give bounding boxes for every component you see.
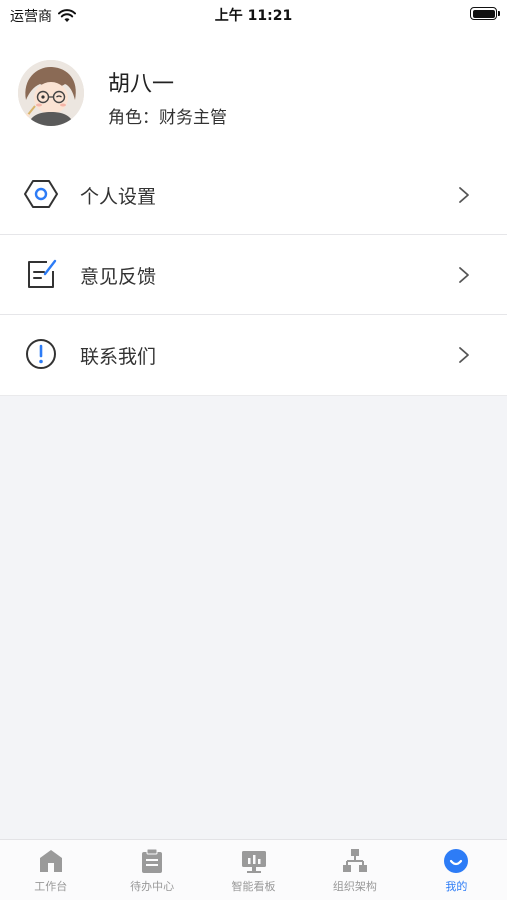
clipboard-icon xyxy=(142,848,163,873)
menu-label-personal-settings: 个人设置 xyxy=(80,186,157,208)
tab-workbench[interactable]: 工作台 xyxy=(0,840,101,900)
home-icon xyxy=(39,850,62,872)
chevron-right-icon xyxy=(459,187,469,203)
tab-todo-center[interactable]: 待办中心 xyxy=(101,840,202,900)
avatar-illustration xyxy=(18,60,84,126)
smile-user-icon xyxy=(444,849,469,873)
tab-mine[interactable]: 我的 xyxy=(406,840,507,900)
tab-label-org-structure: 组织架构 xyxy=(332,880,377,893)
menu-item-contact-us[interactable]: 联系我们 xyxy=(0,315,507,396)
avatar[interactable] xyxy=(18,60,84,126)
bottom-tab-bar: 工作台 待办中心 智能看板 组织架构 我的 xyxy=(0,839,507,900)
hexagon-settings-icon xyxy=(24,180,58,208)
settings-menu: 个人设置 意见反馈 联系我们 xyxy=(0,155,507,396)
edit-note-icon xyxy=(28,259,57,288)
status-bar: 运营商 上午 11:21 xyxy=(0,0,507,30)
org-chart-icon xyxy=(342,849,367,872)
profile-header: 胡八一 角色：财务主管 xyxy=(0,30,507,155)
chevron-right-icon xyxy=(459,347,469,363)
user-name: 胡八一 xyxy=(108,72,175,97)
tab-smart-dashboard[interactable]: 智能看板 xyxy=(203,840,304,900)
menu-label-contact-us: 联系我们 xyxy=(80,346,157,368)
menu-item-personal-settings[interactable]: 个人设置 xyxy=(0,155,507,235)
battery-icon xyxy=(470,7,500,20)
tab-label-workbench: 工作台 xyxy=(34,880,68,893)
menu-item-feedback[interactable]: 意见反馈 xyxy=(0,235,507,315)
tab-label-mine: 我的 xyxy=(445,880,468,893)
tab-label-smart-dashboard: 智能看板 xyxy=(231,880,276,893)
tab-org-structure[interactable]: 组织架构 xyxy=(304,840,405,900)
info-exclamation-icon xyxy=(26,339,56,369)
menu-label-feedback: 意见反馈 xyxy=(80,266,157,288)
user-role: 角色：财务主管 xyxy=(108,108,227,128)
status-time: 上午 11:21 xyxy=(214,8,293,24)
dashboard-icon xyxy=(241,851,266,873)
chevron-right-icon xyxy=(459,267,469,283)
tab-label-todo-center: 待办中心 xyxy=(130,880,175,893)
